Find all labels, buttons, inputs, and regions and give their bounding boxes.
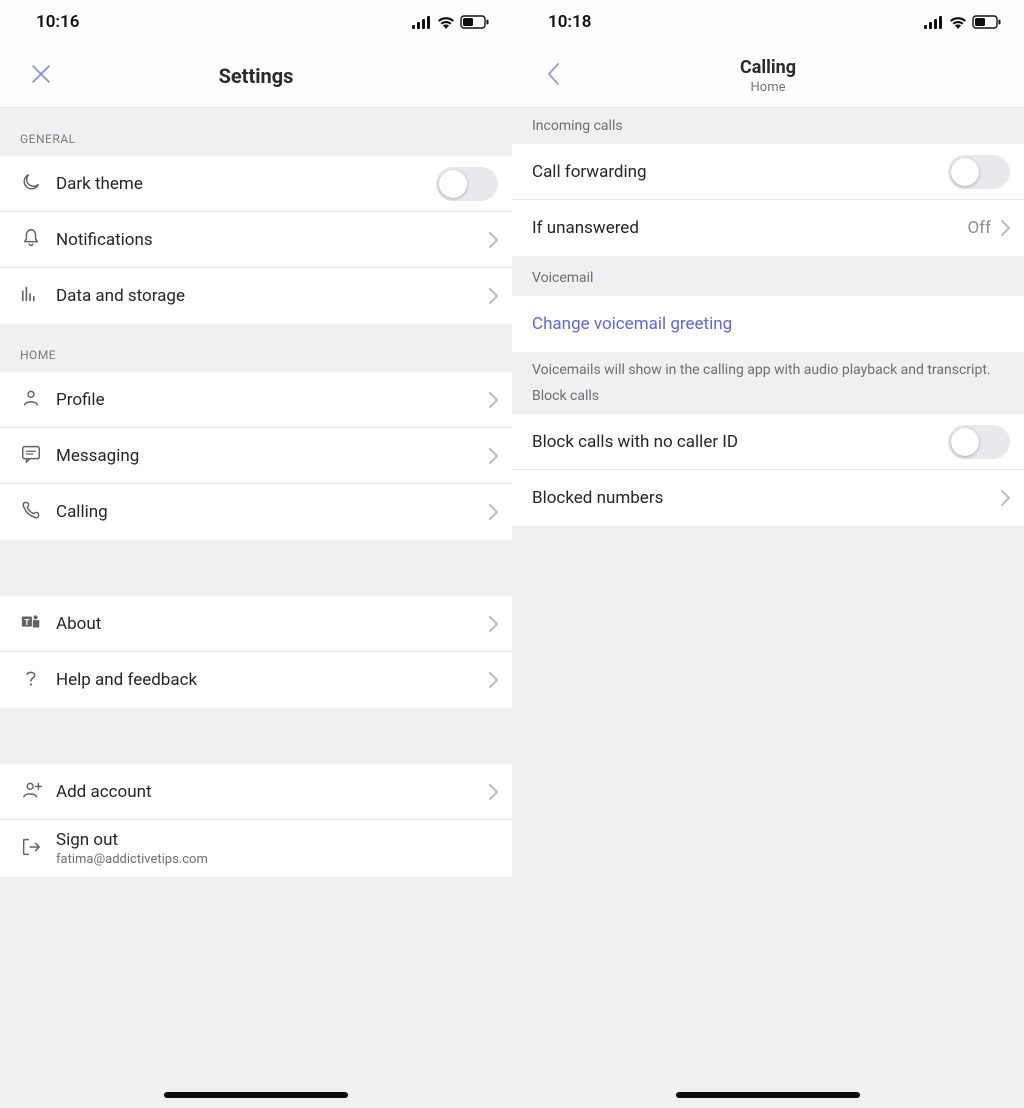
page-title: Calling	[740, 57, 796, 78]
row-change-voicemail-greeting[interactable]: Change voicemail greeting	[512, 296, 1024, 352]
chevron-right-icon	[489, 784, 498, 800]
group-block-calls: Block calls with no caller ID Blocked nu…	[512, 414, 1024, 526]
page-subtitle: Home	[751, 80, 786, 95]
row-call-forwarding[interactable]: Call forwarding	[512, 144, 1024, 200]
group-voicemail: Change voicemail greeting	[512, 296, 1024, 352]
question-icon	[20, 667, 42, 693]
row-label: Call forwarding	[532, 162, 948, 182]
home-indicator[interactable]	[676, 1092, 860, 1098]
group-home: Profile Messaging Calling	[0, 372, 512, 540]
row-notifications[interactable]: Notifications	[0, 212, 512, 268]
row-help[interactable]: Help and feedback	[0, 652, 512, 708]
page-title: Settings	[219, 64, 294, 88]
row-calling[interactable]: Calling	[0, 484, 512, 540]
wifi-icon	[949, 16, 967, 29]
chevron-right-icon	[489, 448, 498, 464]
home-indicator[interactable]	[164, 1092, 348, 1098]
row-label: Calling	[56, 502, 489, 522]
sign-out-icon	[20, 836, 42, 862]
add-person-icon	[20, 779, 44, 805]
section-header-home: HOME	[0, 324, 512, 372]
close-icon	[30, 63, 52, 89]
moon-icon	[20, 171, 42, 197]
status-bar: 10:16	[0, 0, 512, 44]
row-label: Notifications	[56, 230, 489, 250]
row-label: Data and storage	[56, 286, 489, 306]
data-icon	[20, 283, 42, 309]
chevron-right-icon	[1001, 220, 1010, 236]
nav-bar: Calling Home	[512, 44, 1024, 108]
status-bar: 10:18	[512, 0, 1024, 44]
battery-icon	[460, 15, 490, 29]
cellular-signal-icon	[924, 16, 944, 29]
chevron-right-icon	[489, 392, 498, 408]
row-label: Help and feedback	[56, 670, 489, 690]
row-sign-out[interactable]: Sign out fatima@addictivetips.com	[0, 820, 512, 877]
cellular-signal-icon	[412, 16, 432, 29]
row-label: Profile	[56, 390, 489, 410]
wifi-icon	[437, 16, 455, 29]
row-label: Messaging	[56, 446, 489, 466]
group-general: Dark theme Notifications Data and storag…	[0, 156, 512, 324]
row-profile[interactable]: Profile	[0, 372, 512, 428]
row-block-no-caller-id[interactable]: Block calls with no caller ID	[512, 414, 1024, 470]
section-header-incoming: Incoming calls	[512, 108, 1024, 144]
chevron-right-icon	[489, 232, 498, 248]
status-icons	[924, 15, 1002, 29]
row-label: Dark theme	[56, 174, 436, 194]
chevron-right-icon	[489, 616, 498, 632]
row-label: About	[56, 614, 489, 634]
voicemail-footnote: Voicemails will show in the calling app …	[512, 352, 1024, 384]
chevron-right-icon	[489, 672, 498, 688]
row-sublabel: fatima@addictivetips.com	[56, 852, 498, 867]
battery-icon	[972, 15, 1002, 29]
bell-icon	[20, 227, 42, 253]
section-header-voicemail: Voicemail	[512, 256, 1024, 296]
row-label: Blocked numbers	[532, 488, 1001, 508]
chevron-right-icon	[1001, 490, 1010, 506]
nav-bar: Settings	[0, 44, 512, 108]
if-unanswered-value: Off	[967, 218, 991, 238]
chevron-right-icon	[489, 504, 498, 520]
row-data-storage[interactable]: Data and storage	[0, 268, 512, 324]
row-label: Sign out	[56, 830, 498, 850]
row-add-account[interactable]: Add account	[0, 764, 512, 820]
section-header-general: GENERAL	[0, 108, 512, 156]
row-dark-theme[interactable]: Dark theme	[0, 156, 512, 212]
row-label: Change voicemail greeting	[532, 314, 1010, 334]
status-time: 10:16	[36, 12, 79, 32]
group-info: T About Help and feedback	[0, 596, 512, 708]
phone-settings: 10:16 Settings GENERAL Dark theme	[0, 0, 512, 1108]
status-icons	[412, 15, 490, 29]
spacer	[0, 540, 512, 596]
spacer	[0, 708, 512, 764]
phone-icon	[20, 499, 42, 525]
phone-calling: 10:18 Calling Home Incoming calls Call f…	[512, 0, 1024, 1108]
row-label: Add account	[56, 782, 489, 802]
row-blocked-numbers[interactable]: Blocked numbers	[512, 470, 1024, 526]
row-about[interactable]: T About	[0, 596, 512, 652]
back-button[interactable]	[538, 61, 568, 91]
section-header-block: Block calls	[512, 384, 1024, 414]
close-button[interactable]	[26, 61, 56, 91]
row-label: Block calls with no caller ID	[532, 432, 948, 452]
chevron-right-icon	[489, 288, 498, 304]
call-forwarding-toggle[interactable]	[948, 155, 1010, 189]
row-messaging[interactable]: Messaging	[0, 428, 512, 484]
group-account: Add account Sign out fatima@addictivetip…	[0, 764, 512, 877]
status-time: 10:18	[548, 12, 591, 32]
person-icon	[20, 387, 42, 413]
svg-text:T: T	[24, 617, 29, 627]
dark-theme-toggle[interactable]	[436, 167, 498, 201]
row-if-unanswered[interactable]: If unanswered Off	[512, 200, 1024, 256]
teams-icon: T	[20, 611, 42, 637]
chat-icon	[20, 443, 42, 469]
group-incoming: Call forwarding If unanswered Off	[512, 144, 1024, 256]
block-no-caller-id-toggle[interactable]	[948, 425, 1010, 459]
chevron-left-icon	[546, 62, 560, 90]
row-label: If unanswered	[532, 218, 967, 238]
